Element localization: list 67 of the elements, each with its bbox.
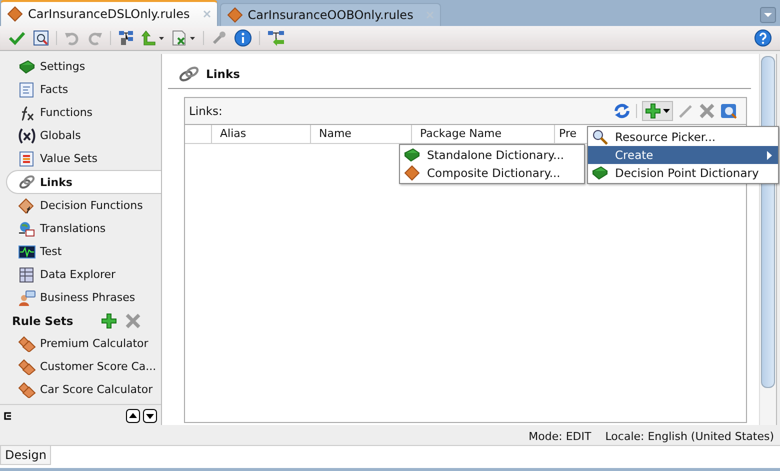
rule-set-item[interactable]: Customer Score Ca...	[0, 355, 161, 378]
delete-icon[interactable]	[125, 312, 141, 328]
menu-item[interactable]: Standalone Dictionary...	[400, 146, 584, 164]
editor-tab[interactable]: Design	[0, 446, 52, 465]
diamonds-icon	[18, 336, 36, 352]
test-icon	[18, 244, 36, 260]
column-header[interactable]: Alias	[212, 125, 311, 143]
x-icon	[18, 128, 36, 144]
help-icon[interactable]	[754, 29, 772, 47]
db-icon	[18, 266, 36, 282]
rule-set-item[interactable]: Car Score Calculator	[0, 378, 161, 401]
sidebar-item[interactable]: Translations	[0, 217, 161, 240]
dropdown-icon[interactable]	[760, 7, 776, 23]
sidebar-item[interactable]: Business Phrases	[0, 286, 161, 309]
add-dropdown-button[interactable]	[642, 101, 673, 121]
valueset-icon	[18, 150, 36, 166]
globe-icon	[18, 220, 36, 236]
link-icon	[178, 66, 200, 82]
menu-item[interactable]: Decision Point Dictionary	[588, 164, 778, 182]
magnifier-icon[interactable]	[720, 102, 738, 120]
caret-icon	[663, 109, 670, 113]
menu-item[interactable]: Create	[588, 146, 778, 164]
collapse-icon[interactable]	[4, 412, 12, 420]
section-title: Rule Sets	[12, 314, 74, 328]
diamonds-icon	[18, 358, 36, 374]
delete-icon[interactable]	[699, 103, 715, 119]
tree-icon[interactable]	[118, 30, 134, 46]
sidebar-item[interactable]: Facts	[0, 78, 161, 101]
sidebar-item[interactable]: Value Sets	[0, 147, 161, 170]
search-icon	[592, 129, 608, 145]
submenu-arrow-icon	[767, 150, 772, 160]
panel-title: Links	[168, 60, 751, 89]
link-icon	[18, 174, 36, 190]
checkmark-icon[interactable]	[8, 30, 26, 46]
diamonds-icon	[18, 382, 36, 398]
sidebar-item[interactable]: Globals	[0, 124, 161, 147]
refresh-icon[interactable]	[613, 102, 631, 120]
diamond-icon	[404, 165, 420, 181]
scroll-up-icon[interactable]	[126, 409, 140, 423]
sidebar-item[interactable]: Data Explorer	[0, 263, 161, 286]
sidebar-item[interactable]: Decision Functions	[0, 194, 161, 217]
menu-item[interactable]: Resource Picker...	[588, 128, 778, 146]
add-icon[interactable]	[101, 312, 117, 328]
diamond-icon	[7, 6, 23, 22]
sidebar-item[interactable]: Functions	[0, 101, 161, 124]
info-icon[interactable]	[234, 29, 252, 47]
table-label: Links:	[189, 104, 222, 118]
sidebar-item[interactable]: Test	[0, 240, 161, 263]
menu-item[interactable]: Composite Dictionary...	[400, 164, 584, 182]
arrow-up-icon[interactable]	[141, 30, 165, 46]
file-tab[interactable]: CarInsuranceOOBOnly.rules	[220, 3, 442, 26]
facts-icon	[18, 82, 36, 98]
person-icon	[18, 290, 36, 306]
mode-status: Mode: EDIT	[528, 430, 592, 442]
spreadsheet-icon[interactable]	[172, 30, 196, 46]
sidebar-item[interactable]: Settings	[0, 55, 161, 78]
tree-arrow-icon[interactable]	[267, 30, 285, 46]
add-icon	[645, 103, 661, 119]
magnifier-page-icon[interactable]	[33, 30, 49, 46]
column-header[interactable]: Package Name	[412, 125, 555, 143]
rule-set-item[interactable]: Premium Calculator	[0, 332, 161, 355]
sidebar-item[interactable]: Links	[6, 170, 161, 194]
scroll-down-icon[interactable]	[143, 409, 157, 423]
column-header[interactable]: Name	[311, 125, 412, 143]
locale-status: Locale: English (United States)	[605, 430, 774, 442]
diamond-icon	[226, 7, 243, 23]
file-tab[interactable]: CarInsuranceDSLOnly.rules	[0, 0, 218, 26]
